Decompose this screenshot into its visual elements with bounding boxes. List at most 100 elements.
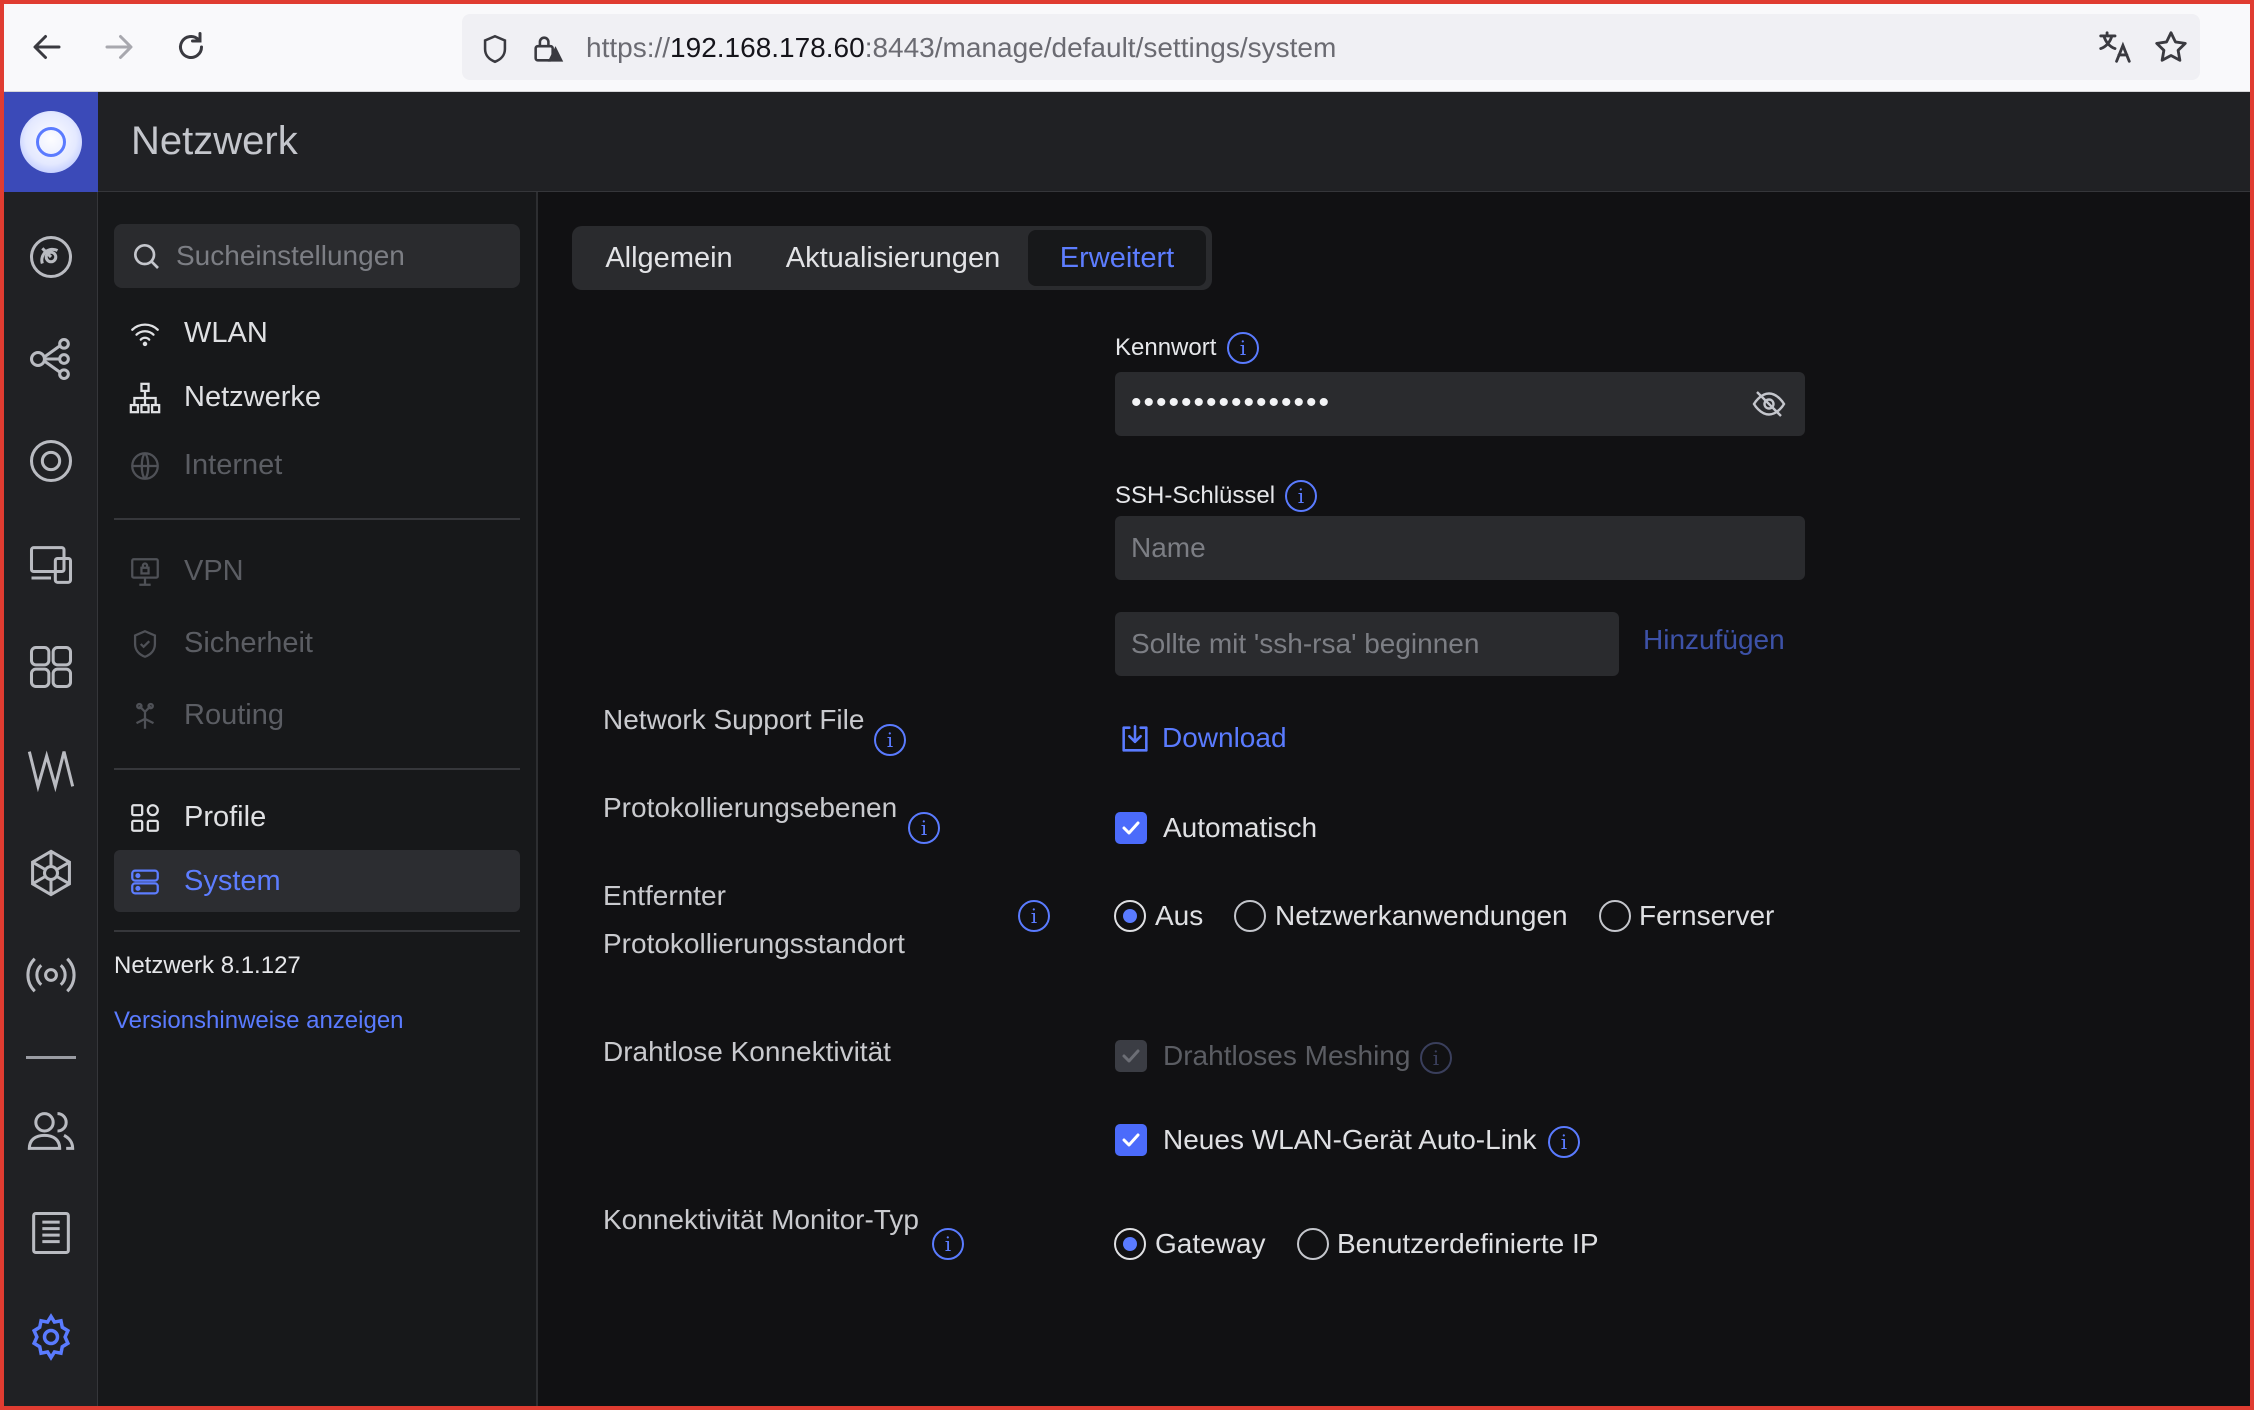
ssh-add-button[interactable]: Hinzufügen: [1643, 624, 1785, 656]
support-file-info-icon[interactable]: i: [874, 724, 906, 756]
lock-warning-icon: [534, 36, 564, 62]
sidebar-item-networks[interactable]: Netzwerke: [114, 366, 520, 428]
rail-logs[interactable]: [24, 1206, 78, 1260]
users-icon: [27, 1112, 75, 1150]
bookmark-star-icon[interactable]: [2152, 28, 2190, 66]
rail-radios[interactable]: [24, 742, 78, 796]
ssh-name-field[interactable]: [1115, 516, 1805, 580]
broadcast-icon: [26, 957, 76, 993]
check-icon: [1122, 1049, 1140, 1063]
gear-icon: [31, 1313, 71, 1361]
rail-clients[interactable]: [24, 538, 78, 592]
main-content: Allgemein Aktualisierungen Erweitert Ken…: [540, 192, 2250, 1406]
rail-ports[interactable]: [24, 640, 78, 694]
sidebar-item-system[interactable]: System: [114, 850, 520, 912]
vpn-monitor-icon: [131, 558, 159, 586]
sidebar-item-security[interactable]: Sicherheit: [114, 612, 520, 674]
remote-off-radio[interactable]: [1114, 900, 1146, 932]
ssh-key-label: SSH-Schlüssel: [1115, 482, 1276, 509]
rail-divider: [26, 1056, 76, 1059]
rail-integrations[interactable]: [24, 846, 78, 900]
ssh-key-input[interactable]: [1131, 612, 1601, 676]
password-field[interactable]: ••••••••••••••••: [1115, 372, 1805, 436]
forward-button[interactable]: [94, 22, 144, 72]
search-icon: [134, 244, 159, 269]
sidebar-item-label: Routing: [184, 699, 284, 731]
monitor-custom-ip-radio[interactable]: [1297, 1228, 1329, 1260]
rail-dashboard[interactable]: [24, 230, 78, 284]
auto-log-checkbox[interactable]: [1115, 812, 1147, 844]
shield-check-icon: [133, 630, 157, 658]
remote-server-radio[interactable]: [1599, 900, 1631, 932]
remote-log-info-icon[interactable]: i: [1018, 900, 1050, 932]
arrow-left-icon: [33, 35, 61, 59]
sidebar-item-label: WLAN: [184, 317, 268, 349]
network-tree-icon: [129, 382, 161, 414]
password-info-icon[interactable]: i: [1227, 332, 1259, 364]
topology-icon: [29, 337, 70, 381]
back-button[interactable]: [22, 22, 72, 72]
browser-toolbar: https://192.168.178.60:8443/manage/defau…: [0, 0, 2254, 92]
ssh-key-field[interactable]: [1115, 612, 1619, 676]
tab-general[interactable]: Allgemein: [576, 230, 762, 286]
rail-settings[interactable]: [24, 1310, 78, 1364]
sidebar-item-label: Profile: [184, 801, 267, 833]
rail-wifi-broadcast[interactable]: [24, 948, 78, 1002]
hexagon-network-icon: [31, 849, 71, 897]
globe-icon: [131, 452, 159, 480]
arrow-right-icon: [105, 35, 133, 59]
document-list-icon: [32, 1211, 70, 1255]
address-bar[interactable]: https://192.168.178.60:8443/manage/defau…: [462, 14, 2200, 80]
url-text: https://192.168.178.60:8443/manage/defau…: [586, 32, 1337, 63]
logo-icon: [20, 111, 82, 173]
ports-icon: [29, 645, 73, 689]
sidebar-item-routing[interactable]: Routing: [114, 684, 520, 746]
settings-tabs: Allgemein Aktualisierungen Erweitert: [572, 226, 1212, 290]
search-input[interactable]: [176, 224, 506, 288]
sidebar-divider: [114, 930, 520, 932]
rail-admins[interactable]: [24, 1104, 78, 1158]
wireless-meshing-checkbox: [1115, 1040, 1147, 1072]
remote-server-label: Fernserver: [1639, 900, 1775, 931]
rail-devices[interactable]: [24, 434, 78, 488]
auto-link-info-icon[interactable]: i: [1548, 1126, 1580, 1158]
settings-sidebar: WLAN Netzwerke Internet VPN Sicherheit R…: [98, 192, 538, 1406]
log-levels-info-icon[interactable]: i: [908, 812, 940, 844]
tab-updates[interactable]: Aktualisierungen: [766, 230, 1020, 286]
sidebar-item-vpn[interactable]: VPN: [114, 540, 520, 602]
sidebar-item-profiles[interactable]: Profile: [114, 786, 520, 848]
password-mask: ••••••••••••••••: [1131, 386, 1332, 419]
monitor-custom-ip-label: Benutzerdefinierte IP: [1337, 1228, 1599, 1259]
sidebar-item-wlan[interactable]: WLAN: [114, 302, 520, 364]
version-text: Netzwerk 8.1.127: [114, 952, 301, 979]
monitor-gateway-radio[interactable]: [1114, 1228, 1146, 1260]
support-file-label: Network Support File: [603, 704, 865, 735]
auto-link-checkbox[interactable]: [1115, 1124, 1147, 1156]
download-label: Download: [1162, 722, 1287, 753]
sidebar-divider: [114, 518, 520, 520]
eye-off-icon[interactable]: [1751, 386, 1787, 422]
monitor-type-label: Konnektivität Monitor-Typ: [603, 1204, 919, 1235]
sidebar-item-label: Sicherheit: [184, 627, 313, 659]
password-label: Kennwort: [1115, 334, 1217, 361]
monitor-type-info-icon[interactable]: i: [932, 1228, 964, 1260]
ssh-name-input[interactable]: [1131, 516, 1781, 580]
remote-netapps-radio[interactable]: [1234, 900, 1266, 932]
auto-log-label: Automatisch: [1163, 812, 1318, 843]
sidebar-item-internet[interactable]: Internet: [114, 434, 520, 496]
settings-search[interactable]: [114, 224, 520, 288]
app-title: Netzwerk: [131, 119, 298, 163]
tab-advanced[interactable]: Erweitert: [1028, 230, 1206, 286]
sidebar-divider: [114, 768, 520, 770]
ssh-info-icon[interactable]: i: [1285, 480, 1317, 512]
remote-off-label: Aus: [1155, 900, 1204, 931]
release-notes-link[interactable]: Versionshinweise anzeigen: [114, 1007, 404, 1035]
dashboard-gauge-icon: [29, 235, 73, 279]
system-server-icon: [131, 869, 159, 895]
translate-icon[interactable]: [2096, 28, 2134, 66]
profiles-grid-icon: [131, 804, 159, 832]
app-logo[interactable]: [4, 92, 98, 192]
check-icon: [1122, 1133, 1140, 1147]
reload-button[interactable]: [166, 22, 216, 72]
rail-topology[interactable]: [24, 332, 78, 386]
